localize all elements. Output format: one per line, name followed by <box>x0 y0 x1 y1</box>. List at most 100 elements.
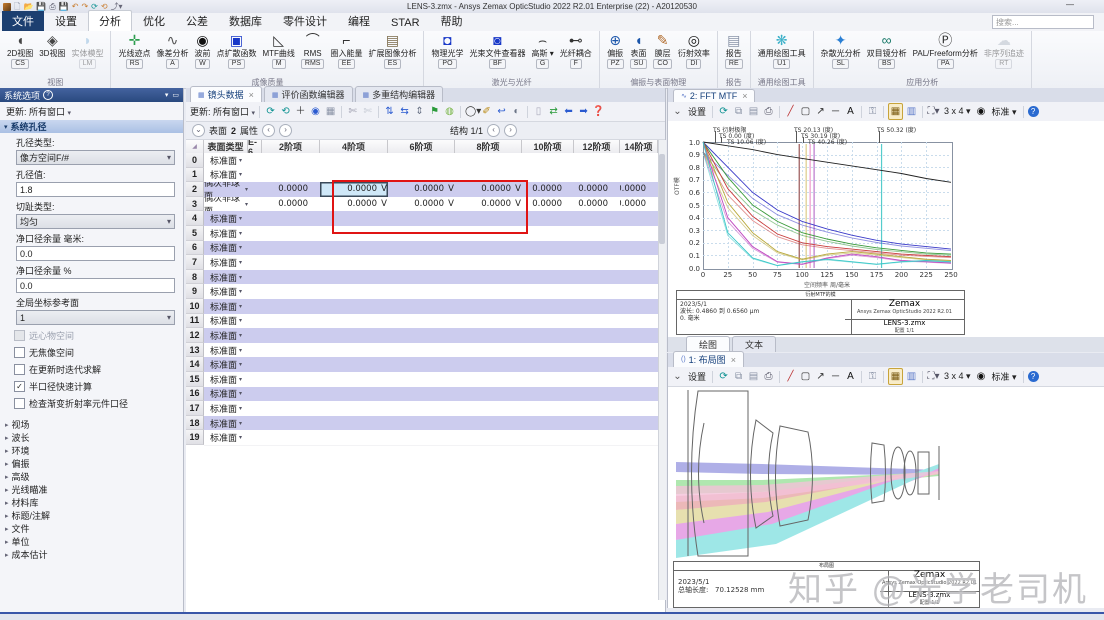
data-cell[interactable] <box>248 269 263 286</box>
sidebar-update-row[interactable]: 更新: 所有窗口 ▾ <box>0 102 183 120</box>
data-cell[interactable] <box>620 328 659 344</box>
data-cell[interactable] <box>455 240 523 257</box>
new-file-icon[interactable]: 🗋 <box>14 2 20 11</box>
column-header-14阶项[interactable]: 14阶项 <box>620 140 658 154</box>
surface-type-cell[interactable]: 标准面 ▾ <box>204 167 249 184</box>
data-cell[interactable] <box>522 167 575 184</box>
menu-tab-数据库[interactable]: 数据库 <box>219 11 272 31</box>
field-input[interactable]: 0.0 <box>16 278 175 293</box>
editor-tab-多重结构编辑器[interactable]: ▦ 多重结构编辑器 <box>354 86 444 102</box>
data-cell[interactable] <box>574 284 621 300</box>
search-input[interactable]: 搜索... <box>992 15 1094 29</box>
data-cell[interactable] <box>388 357 456 373</box>
spreadsheet-icon[interactable]: ▦ <box>324 104 337 119</box>
data-cell[interactable] <box>320 328 389 344</box>
flag-icon[interactable]: ⚑ <box>428 104 441 119</box>
data-cell[interactable] <box>620 211 659 227</box>
data-cell[interactable] <box>262 299 321 315</box>
surface-type-cell[interactable]: 标准面 ▾ <box>204 255 249 271</box>
data-cell[interactable]: 0.0000 V <box>320 196 389 213</box>
data-cell[interactable] <box>248 167 263 184</box>
data-cell[interactable] <box>248 357 263 373</box>
data-cell[interactable] <box>574 430 621 446</box>
data-cell[interactable] <box>248 313 263 330</box>
ribbon-button-高斯[interactable]: ⌢ 高斯 ▾ G <box>529 32 555 69</box>
data-cell[interactable] <box>388 240 456 257</box>
data-cell[interactable] <box>248 196 263 213</box>
ribbon-button-杂散光分析[interactable]: ✦ 杂散光分析 SL <box>819 32 863 69</box>
save-icon[interactable]: ▤ <box>747 369 760 384</box>
checkbox-icon[interactable] <box>14 330 25 341</box>
data-cell[interactable] <box>574 153 621 169</box>
surface-type-cell[interactable]: 标准面 ▾ <box>204 284 249 300</box>
help-icon[interactable]: ? <box>1027 371 1039 382</box>
column-header-6阶项[interactable]: 6阶项 <box>388 140 455 154</box>
data-cell[interactable] <box>248 386 263 403</box>
ribbon-button-RMS[interactable]: ⌒ RMS RMS <box>299 32 327 69</box>
menu-tab-优化[interactable]: 优化 <box>133 11 175 31</box>
tab-layout[interactable]: () 1: 布局图 × <box>673 351 744 367</box>
data-cell[interactable]: 0.0000 V <box>388 196 456 213</box>
data-cell[interactable] <box>262 167 321 184</box>
help-circle-icon[interactable]: ? <box>43 90 54 100</box>
surface-type-cell[interactable]: 标准面 ▾ <box>204 299 249 315</box>
data-cell[interactable] <box>248 372 263 388</box>
data-cell[interactable] <box>262 153 321 169</box>
surface-type-cell[interactable]: 标准面 ▾ <box>204 226 249 242</box>
data-cell[interactable] <box>574 240 621 257</box>
ribbon-button-波前[interactable]: ◉ 波前 W <box>192 32 212 69</box>
data-cell[interactable] <box>320 211 389 227</box>
data-cell[interactable] <box>388 167 456 184</box>
camera-icon[interactable]: ⛶▾ <box>927 369 940 384</box>
menu-tab-编程[interactable]: 编程 <box>338 11 380 31</box>
line-tool-icon[interactable]: ╱ <box>784 369 797 384</box>
data-cell[interactable] <box>320 372 389 388</box>
data-cell[interactable] <box>320 269 389 286</box>
rect-tool-icon[interactable]: ▢ <box>799 104 812 119</box>
data-cell[interactable] <box>522 269 575 286</box>
data-cell[interactable] <box>248 284 263 300</box>
sidebar-tree-item-环境[interactable]: ▸ 环境 <box>5 444 183 457</box>
data-cell[interactable] <box>455 284 523 300</box>
data-cell[interactable] <box>522 386 575 403</box>
data-cell[interactable] <box>522 240 575 257</box>
arrow-tool-icon[interactable]: ↗ <box>814 369 827 384</box>
data-cell[interactable] <box>455 226 523 242</box>
record-icon[interactable]: ◉ <box>975 369 988 384</box>
camera-icon[interactable]: ⛶▾ <box>927 104 940 119</box>
print-icon[interactable]: ⎙ <box>49 2 55 11</box>
field-select[interactable]: 像方空间F/# ▾ <box>16 150 175 165</box>
data-cell[interactable] <box>320 386 389 403</box>
solve-flag[interactable]: V <box>514 199 522 209</box>
data-cell[interactable] <box>455 386 523 403</box>
data-cell[interactable] <box>522 313 575 330</box>
data-cell[interactable] <box>320 342 389 359</box>
data-cell[interactable] <box>455 328 523 344</box>
close-icon[interactable]: × <box>731 355 736 365</box>
data-cell[interactable] <box>574 211 621 227</box>
undo-icon[interactable]: ↶ <box>72 2 79 11</box>
data-cell[interactable] <box>262 328 321 344</box>
data-cell[interactable] <box>248 182 263 198</box>
menu-tab-公差[interactable]: 公差 <box>176 11 218 31</box>
data-cell[interactable] <box>262 211 321 227</box>
data-cell[interactable] <box>248 342 263 359</box>
lock-icon[interactable]: ⚿ <box>866 104 879 119</box>
data-cell[interactable] <box>574 313 621 330</box>
ribbon-button-MTF曲线[interactable]: ◺ MTF曲线 M <box>260 32 296 69</box>
data-cell[interactable] <box>522 226 575 242</box>
redo-icon[interactable]: ↷ <box>81 2 88 11</box>
data-cell[interactable] <box>388 328 456 344</box>
data-cell[interactable] <box>620 167 659 184</box>
data-cell[interactable] <box>620 372 659 388</box>
data-cell[interactable] <box>262 226 321 242</box>
ribbon-button-衍射效率[interactable]: ◎ 衍射效率 DI <box>676 32 712 69</box>
data-cell[interactable] <box>620 415 659 432</box>
checkbox-icon[interactable]: ✓ <box>14 381 25 392</box>
data-cell[interactable] <box>574 415 621 432</box>
leaf-icon[interactable]: ◍ <box>443 104 456 119</box>
data-cell[interactable] <box>620 269 659 286</box>
data-cell[interactable] <box>320 255 389 271</box>
ribbon-button-光线迹点[interactable]: ✛ 光线迹点 RS <box>116 32 152 69</box>
data-cell[interactable] <box>388 211 456 227</box>
